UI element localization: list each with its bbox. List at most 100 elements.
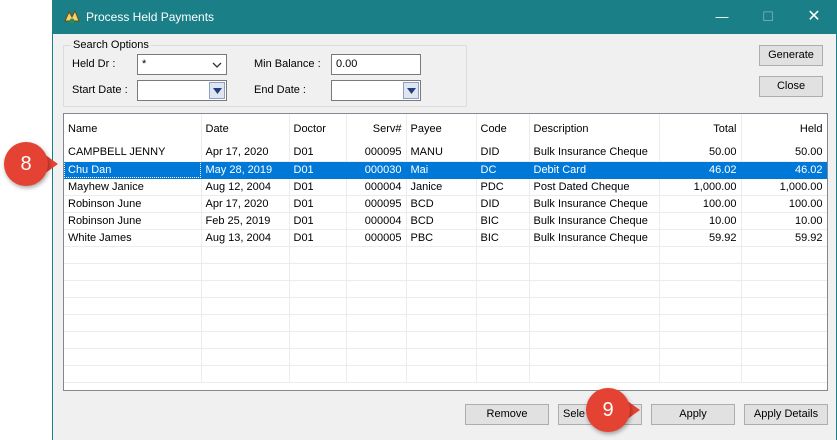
column-header-description[interactable]: Description xyxy=(529,114,660,144)
empty-cell xyxy=(529,263,660,281)
empty-cell xyxy=(346,331,407,349)
empty-cell xyxy=(741,263,827,281)
cell-total: 100.00 xyxy=(659,195,742,213)
held-dr-dropdown[interactable]: * xyxy=(137,54,227,75)
empty-row xyxy=(64,348,827,366)
cell-doctor: D01 xyxy=(289,212,347,230)
empty-cell xyxy=(289,331,347,349)
close-button[interactable]: Close xyxy=(759,76,823,97)
empty-cell xyxy=(529,314,660,332)
step-8-badge: 8 xyxy=(4,142,48,186)
cell-description: Bulk Insurance Cheque xyxy=(529,195,660,213)
empty-cell xyxy=(741,314,827,332)
empty-row xyxy=(64,246,827,264)
cell-doctor: D01 xyxy=(289,144,347,162)
empty-cell xyxy=(659,263,742,281)
empty-cell xyxy=(289,263,347,281)
min-balance-value: 0.00 xyxy=(336,58,358,70)
table-row[interactable]: CAMPBELL JENNY Apr 17, 2020 D01 000095 MANU D… xyxy=(64,144,827,162)
column-header-payee[interactable]: Payee xyxy=(406,114,477,144)
cell-date: Apr 17, 2020 xyxy=(201,144,290,162)
empty-cell xyxy=(476,348,530,366)
calendar-dropdown-icon[interactable] xyxy=(209,82,225,99)
column-header-serv[interactable]: Serv# xyxy=(346,114,407,144)
remove-button[interactable]: Remove xyxy=(465,404,549,425)
empty-cell xyxy=(64,365,202,383)
table-row[interactable]: Mayhew Janice Aug 12, 2004 D01 000004 Janice… xyxy=(64,178,827,196)
close-icon[interactable]: ✕ xyxy=(791,1,837,33)
empty-cell xyxy=(741,280,827,298)
empty-cell xyxy=(476,297,530,315)
column-header-date[interactable]: Date xyxy=(201,114,290,144)
empty-cell xyxy=(476,314,530,332)
table-row[interactable]: White James Aug 13, 2004 D01 000005 PBC BIC Bu… xyxy=(64,229,827,247)
cell-doctor: D01 xyxy=(289,161,347,179)
empty-cell xyxy=(659,280,742,298)
empty-cell xyxy=(659,246,742,264)
cell-description: Bulk Insurance Cheque xyxy=(529,229,660,247)
column-header-name[interactable]: Name xyxy=(64,114,202,144)
cell-held: 50.00 xyxy=(741,144,827,162)
start-date-picker[interactable] xyxy=(137,80,227,101)
empty-cell xyxy=(406,263,477,281)
empty-cell xyxy=(346,246,407,264)
calendar-dropdown-icon[interactable] xyxy=(403,82,419,99)
min-balance-input[interactable]: 0.00 xyxy=(331,54,421,75)
empty-cell xyxy=(201,280,290,298)
empty-cell xyxy=(201,314,290,332)
empty-cell xyxy=(741,331,827,349)
generate-button[interactable]: Generate xyxy=(759,45,823,66)
empty-cell xyxy=(741,246,827,264)
empty-cell xyxy=(529,280,660,298)
table-row[interactable]: Robinson June Feb 25, 2019 D01 000004 BCD BIC… xyxy=(64,212,827,230)
empty-row xyxy=(64,314,827,332)
apply-button[interactable]: Apply xyxy=(651,404,735,425)
empty-cell xyxy=(406,314,477,332)
empty-row xyxy=(64,280,827,298)
held-dr-label: Held Dr : xyxy=(72,58,116,70)
cell-payee: BCD xyxy=(406,195,477,213)
cell-total: 50.00 xyxy=(659,144,742,162)
minimize-icon[interactable]: — xyxy=(699,1,745,33)
column-header-held[interactable]: Held xyxy=(741,114,827,144)
column-header-code[interactable]: Code xyxy=(476,114,530,144)
title-bar: Process Held Payments — ☐ ✕ xyxy=(53,1,836,34)
empty-cell xyxy=(201,246,290,264)
empty-cell xyxy=(201,297,290,315)
empty-row xyxy=(64,297,827,315)
empty-row xyxy=(64,365,827,383)
min-balance-label: Min Balance : xyxy=(254,58,321,70)
empty-cell xyxy=(346,348,407,366)
cell-code: DC xyxy=(476,161,530,179)
cell-payee: Mai xyxy=(406,161,477,179)
cell-date: May 28, 2019 xyxy=(201,161,290,179)
empty-cell xyxy=(289,297,347,315)
empty-cell xyxy=(64,263,202,281)
empty-cell xyxy=(741,365,827,383)
table-row[interactable]: Robinson June Apr 17, 2020 D01 000095 BCD DID… xyxy=(64,195,827,213)
table-row[interactable]: Chu Dan May 28, 2019 D01 000030 Mai DC Debit C… xyxy=(64,161,827,179)
apply-details-button[interactable]: Apply Details xyxy=(744,404,828,425)
cell-name: Robinson June xyxy=(64,195,202,213)
cell-description: Bulk Insurance Cheque xyxy=(529,212,660,230)
cell-description: Post Dated Cheque xyxy=(529,178,660,196)
end-date-label: End Date : xyxy=(254,84,306,96)
empty-cell xyxy=(406,348,477,366)
cell-total: 10.00 xyxy=(659,212,742,230)
cell-serv: 000005 xyxy=(346,229,407,247)
empty-cell xyxy=(741,348,827,366)
search-options-label: Search Options xyxy=(71,39,151,51)
cell-date: Aug 13, 2004 xyxy=(201,229,290,247)
empty-cell xyxy=(659,297,742,315)
column-header-doctor[interactable]: Doctor xyxy=(289,114,347,144)
cell-description: Debit Card xyxy=(529,161,660,179)
process-held-payments-window: Process Held Payments — ☐ ✕ Search Optio… xyxy=(52,0,837,440)
empty-cell xyxy=(659,365,742,383)
empty-cell xyxy=(64,246,202,264)
cell-serv: 000004 xyxy=(346,178,407,196)
end-date-picker[interactable] xyxy=(331,80,421,101)
held-payments-table[interactable]: Name Date Doctor Serv# Payee Code Descri… xyxy=(63,113,828,391)
column-header-total[interactable]: Total xyxy=(659,114,742,144)
app-icon xyxy=(64,9,80,24)
empty-cell xyxy=(476,246,530,264)
